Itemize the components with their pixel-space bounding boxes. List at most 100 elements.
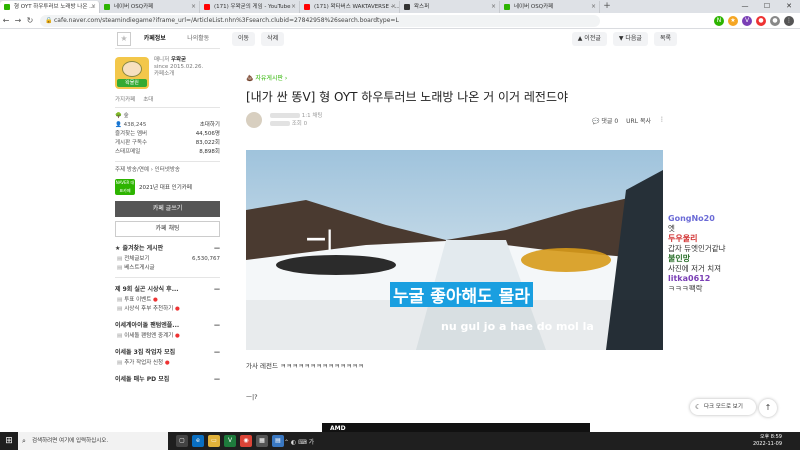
board-icon: ▤ <box>117 333 123 339</box>
menu-icon[interactable]: ⋮ <box>784 15 794 26</box>
tab-label: 네이버 OSQ카페 <box>514 4 554 10</box>
naver-extension-icon[interactable]: N <box>714 15 724 26</box>
next-post-button[interactable]: ▼ 다음글 <box>612 32 648 46</box>
move-button[interactable]: 이동 <box>232 32 256 46</box>
extension-icon[interactable]: ★ <box>728 15 738 26</box>
sidebar-tabs: ★ 카페정보 나의활동 <box>115 29 220 49</box>
chrome-icon[interactable]: ◉ <box>240 435 252 447</box>
browser-tab[interactable]: 네이버 OSQ카페 × <box>100 1 200 13</box>
cafe-intro-link[interactable]: 카페소개 <box>154 71 203 78</box>
cafe-sidebar: ★ 카페정보 나의활동 왁물원 매니저 우왁굳 since 2015.02.26… <box>115 29 220 432</box>
section-header: 이세돌 매누 PD 모집 — <box>115 376 220 383</box>
tab-favicon-icon <box>404 4 410 10</box>
sidebar-board-item[interactable]: ▤ 이세돌 팬텀엔 중계기 ● <box>115 332 220 341</box>
fav-boards-header: ★ 즐겨찾는 게시판 — <box>115 245 220 252</box>
file-explorer-icon[interactable]: ▭ <box>208 435 220 447</box>
post-date <box>270 121 290 126</box>
list-button[interactable]: 목록 <box>653 32 677 46</box>
chat-message: 엣 <box>668 224 675 233</box>
invite-link[interactable]: 초대 <box>143 95 153 103</box>
tab-my-activity[interactable]: 나의활동 <box>177 29 221 48</box>
author-name[interactable] <box>270 113 300 118</box>
embedded-ad[interactable]: AMD <box>322 423 590 432</box>
dark-mode-button[interactable]: ☾ 다크 모드로 보기 <box>690 399 756 415</box>
tab-close-icon[interactable]: × <box>591 1 596 13</box>
maximize-icon[interactable]: ☐ <box>756 0 778 13</box>
write-post-button[interactable]: 카페 글쓰기 <box>115 201 220 217</box>
browser-tab-strip: 형 OYT 하우투러브 노래방 나온 ... × 네이버 OSQ카페 × (171) 우… <box>0 0 800 13</box>
task-view-icon[interactable]: ▢ <box>176 435 188 447</box>
prev-post-button[interactable]: ▲ 이전글 <box>571 32 607 46</box>
tab-close-icon[interactable]: × <box>391 1 396 13</box>
section-header: 이세돌 3집 작업자 모집 — <box>115 349 220 356</box>
extension-icon[interactable]: V <box>742 15 752 26</box>
url-input[interactable]: 🔒 cafe.naver.com/steamindiegame?iframe_u… <box>40 14 600 27</box>
close-icon[interactable]: ✕ <box>778 0 800 13</box>
tab-close-icon[interactable]: × <box>291 1 296 13</box>
tab-close-icon[interactable]: × <box>91 1 96 13</box>
cafe-chat-button[interactable]: 카페 채팅 <box>115 221 220 237</box>
topic-links[interactable]: 주제 방송/연예 › 인터넷방송 <box>115 166 220 175</box>
taskbar-apps: ▢ e ▭ V ◉ ▦ ▤ <box>176 435 284 447</box>
url-copy-button[interactable]: URL 복사 <box>626 116 651 125</box>
sidebar-board-item[interactable]: ▤ 추가 작업자 신청 ● <box>115 359 220 368</box>
cafe-mascot-icon <box>122 61 142 77</box>
tab-label: (171) 왁타버스 WAKTAVERSE - ... <box>314 4 400 10</box>
tab-favicon-icon <box>204 4 210 10</box>
cafe-rank[interactable]: 가지카페 <box>115 95 135 103</box>
scroll-to-top-button[interactable]: ↑ <box>759 399 777 417</box>
minimize-icon[interactable]: — <box>734 0 756 13</box>
view-count: 조회 0 <box>291 121 308 127</box>
award-badge: NAVER 대표카페 <box>115 179 135 195</box>
invite-button[interactable]: 초대하기 <box>200 121 220 130</box>
app-icon[interactable]: V <box>224 435 236 447</box>
browser-tab[interactable]: 왁스퍼 × <box>400 1 500 13</box>
forward-icon[interactable]: → <box>12 16 24 25</box>
app-icon[interactable]: ▤ <box>272 435 284 447</box>
video-caption-korean: 누굴 좋아해도 몰라 <box>390 282 533 307</box>
toolbar-right: ▲ 이전글 ▼ 다음글 목록 <box>571 32 677 46</box>
divider <box>115 107 220 108</box>
sidebar-board-item[interactable]: ▤ 시상식 후부 추천하기 ● <box>115 305 220 314</box>
new-tab-button[interactable]: + <box>600 1 614 13</box>
video-dash-caption: —| <box>306 226 334 250</box>
tab-favicon-icon <box>304 4 310 10</box>
browser-tab[interactable]: (171) 우왁굳의 게임 - YouTube × <box>200 1 300 13</box>
browser-tab[interactable]: (171) 왁타버스 WAKTAVERSE - ... × <box>300 1 400 13</box>
comments-link[interactable]: 💬 댓글 0 <box>592 116 618 125</box>
manager-name[interactable]: 우왁굳 <box>171 57 186 63</box>
tab-close-icon[interactable]: × <box>191 1 196 13</box>
sidebar-board-item[interactable]: ▤ 전체글보기 6,530,767 <box>115 255 220 264</box>
tab-close-icon[interactable]: × <box>491 1 496 13</box>
tab-favicon-icon <box>104 4 110 10</box>
stat-label: 스태프메일 <box>115 149 141 155</box>
new-badge-icon: ● <box>153 297 158 303</box>
chat-link[interactable]: 1:1 채팅 <box>302 113 323 119</box>
member-count[interactable]: 👤 438,245 <box>115 121 146 130</box>
browser-tab[interactable]: 네이버 OSQ카페 × <box>500 1 600 13</box>
new-badge-icon: ● <box>175 306 180 312</box>
profile-icon[interactable]: ● <box>770 15 780 26</box>
board-link[interactable]: 💩 자유게시판 › <box>246 73 677 82</box>
reload-icon[interactable]: ↻ <box>24 16 36 25</box>
more-options-icon[interactable]: ⋮ <box>659 116 665 125</box>
sidebar-board-item[interactable]: ▤ 베스트게시글 <box>115 264 220 273</box>
tab-cafe-info[interactable]: 카페정보 <box>133 29 177 48</box>
delete-button[interactable]: 삭제 <box>261 32 285 46</box>
video-player[interactable]: —| 누굴 좋아해도 몰라 nu gul jo a hae do mol la <box>246 150 663 350</box>
sidebar-board-item[interactable]: ▤ 투표 이벤트 ● <box>115 296 220 305</box>
browser-tab[interactable]: 형 OYT 하우투러브 노래방 나온 ... × <box>0 1 100 13</box>
star-icon[interactable]: ★ <box>117 32 131 46</box>
address-bar: ← → ↻ 🔒 cafe.naver.com/steamindiegame?if… <box>0 13 800 29</box>
board-icon: ▤ <box>117 297 123 303</box>
taskbar-clock[interactable]: 오후 8:59 2022-11-09 <box>753 434 782 448</box>
app-icon[interactable]: ▦ <box>256 435 268 447</box>
chat-message: 갑자 듀엣인거같냐 <box>668 244 726 253</box>
extension-icon[interactable]: ● <box>756 15 766 26</box>
edge-icon[interactable]: e <box>192 435 204 447</box>
system-tray[interactable]: ⌃ ◐ ⌨ 가 <box>284 437 314 446</box>
back-icon[interactable]: ← <box>0 16 12 25</box>
windows-start-icon[interactable]: ⊞ <box>0 432 18 450</box>
avatar[interactable] <box>246 112 262 128</box>
taskbar-search-input[interactable]: ⌕ 검색하려면 여기에 입력하십시오. <box>18 432 168 450</box>
